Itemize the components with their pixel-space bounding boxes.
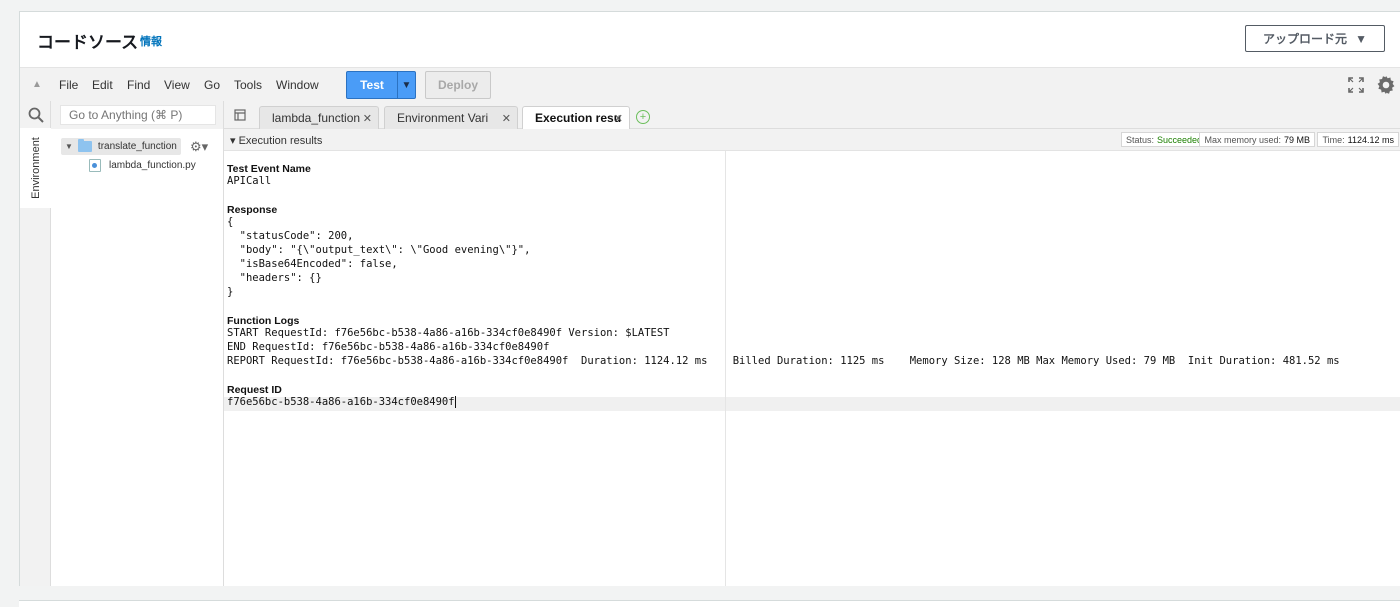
memory-badge: Max memory used: 79 MB <box>1199 132 1315 147</box>
response-line: "body": "{\"output_text\": \"Good evenin… <box>227 244 531 256</box>
goto-anything-input[interactable] <box>60 105 216 125</box>
menu-tools[interactable]: Tools <box>234 78 262 92</box>
caret-down-icon: ▼ <box>65 142 73 151</box>
results-toggle[interactable]: ▾ Execution results <box>230 134 322 147</box>
folder-translate-function[interactable]: ▼ translate_function <box>61 138 181 155</box>
function-logs-title: Function Logs <box>227 315 300 327</box>
close-icon[interactable]: ✕ <box>614 112 623 125</box>
tab-execution-results[interactable]: Execution results ✕ <box>522 106 630 129</box>
file-tree: ▼ translate_function ⚙▾ lambda_function.… <box>51 101 224 586</box>
info-link[interactable]: 情報 <box>140 33 162 49</box>
status-value: Succeeded <box>1156 134 1202 145</box>
add-tab-icon[interactable]: + <box>636 110 650 124</box>
response-line: "isBase64Encoded": false, <box>227 258 398 270</box>
tree-settings-gear-icon[interactable]: ⚙▾ <box>190 139 208 155</box>
results-title: Execution results <box>238 135 323 147</box>
tab-environment-variables[interactable]: Environment Vari ✕ <box>384 106 518 129</box>
response-line: } <box>227 286 234 298</box>
python-file-icon <box>89 159 101 172</box>
settings-gear-icon[interactable] <box>1375 74 1397 96</box>
tab-lambda-function[interactable]: lambda_function ✕ <box>259 106 379 129</box>
next-panel-edge <box>19 600 1400 607</box>
folder-label: translate_function <box>97 141 177 152</box>
search-icon[interactable] <box>28 107 44 123</box>
file-label: lambda_function.py <box>109 160 196 171</box>
panel-header: コードソース 情報 アップロード元 ▼ <box>20 12 1400 67</box>
text-cursor <box>454 396 456 408</box>
menu-file[interactable]: File <box>59 78 78 92</box>
test-event-name-title: Test Event Name <box>227 163 311 175</box>
page-title: コードソース <box>37 33 139 52</box>
response-line: "statusCode": 200, <box>227 230 354 242</box>
left-rail: Environment <box>20 101 51 586</box>
time-badge: Time: 1124.12 ms <box>1317 132 1399 147</box>
log-line: END RequestId: f76e56bc-b538-4a86-a16b-3… <box>227 341 550 353</box>
test-event-name-value: APICall <box>227 175 272 187</box>
editor-tabbar: lambda_function ✕ Environment Vari ✕ Exe… <box>224 101 1400 129</box>
tab-label: Execution results <box>535 111 621 125</box>
close-icon[interactable]: ✕ <box>502 112 511 125</box>
caret-down-icon: ▼ <box>1355 31 1367 46</box>
log-line: START RequestId: f76e56bc-b538-4a86-a16b… <box>227 327 670 339</box>
menu-go[interactable]: Go <box>204 78 220 92</box>
folder-icon <box>77 139 92 152</box>
goto-bar <box>51 101 223 129</box>
editor-area: lambda_function ✕ Environment Vari ✕ Exe… <box>224 101 1400 586</box>
menu-view[interactable]: View <box>164 78 190 92</box>
time-value: 1124.12 ms <box>1347 134 1394 145</box>
tab-label: Environment Vari <box>397 111 489 125</box>
environment-tab[interactable]: Environment <box>20 128 51 208</box>
response-line: "headers": {} <box>227 272 322 284</box>
environment-tab-label: Environment <box>29 137 42 199</box>
upload-from-button[interactable]: アップロード元 ▼ <box>1245 25 1385 52</box>
status-badge: Status: Succeeded <box>1120 132 1207 147</box>
tab-list-icon[interactable] <box>234 109 246 121</box>
request-id-title: Request ID <box>227 384 282 396</box>
test-dropdown-button[interactable]: ▼ <box>397 71 416 99</box>
results-header: ▾ Execution results Status: Succeeded Max… <box>224 129 1400 151</box>
caret-down-icon: ▼ <box>401 79 412 91</box>
test-button[interactable]: Test <box>346 71 398 99</box>
time-label: Time: <box>1322 134 1345 145</box>
deploy-button: Deploy <box>425 71 491 99</box>
collapse-up-icon[interactable]: ▲ <box>32 79 44 91</box>
menu-find[interactable]: Find <box>127 78 150 92</box>
file-lambda-function-py[interactable]: lambda_function.py <box>89 159 196 172</box>
request-id-value: f76e56bc-b538-4a86-a16b-334cf0e8490f <box>227 396 455 408</box>
fullscreen-icon[interactable] <box>1348 77 1364 93</box>
upload-from-label: アップロード元 <box>1263 32 1348 46</box>
code-source-panel: コードソース 情報 アップロード元 ▼ ▲ File Edit Find Vie… <box>19 11 1400 586</box>
response-title: Response <box>227 204 278 216</box>
close-icon[interactable]: ✕ <box>363 112 372 125</box>
status-label: Status: <box>1125 134 1154 145</box>
tab-label: lambda_function <box>272 111 361 125</box>
request-id-line[interactable]: f76e56bc-b538-4a86-a16b-334cf0e8490f <box>227 396 456 410</box>
caret-down-icon: ▾ <box>230 135 236 147</box>
memory-value: 79 MB <box>1283 134 1310 145</box>
memory-label: Max memory used: <box>1204 134 1281 145</box>
response-line: { <box>227 216 234 228</box>
results-content: Test Event Name APICall Response { "stat… <box>224 151 1400 586</box>
menu-edit[interactable]: Edit <box>92 78 113 92</box>
ide-menubar: ▲ File Edit Find View Go Tools Window Te… <box>20 67 1400 101</box>
menu-window[interactable]: Window <box>276 78 319 92</box>
log-line: REPORT RequestId: f76e56bc-b538-4a86-a16… <box>227 355 1340 367</box>
